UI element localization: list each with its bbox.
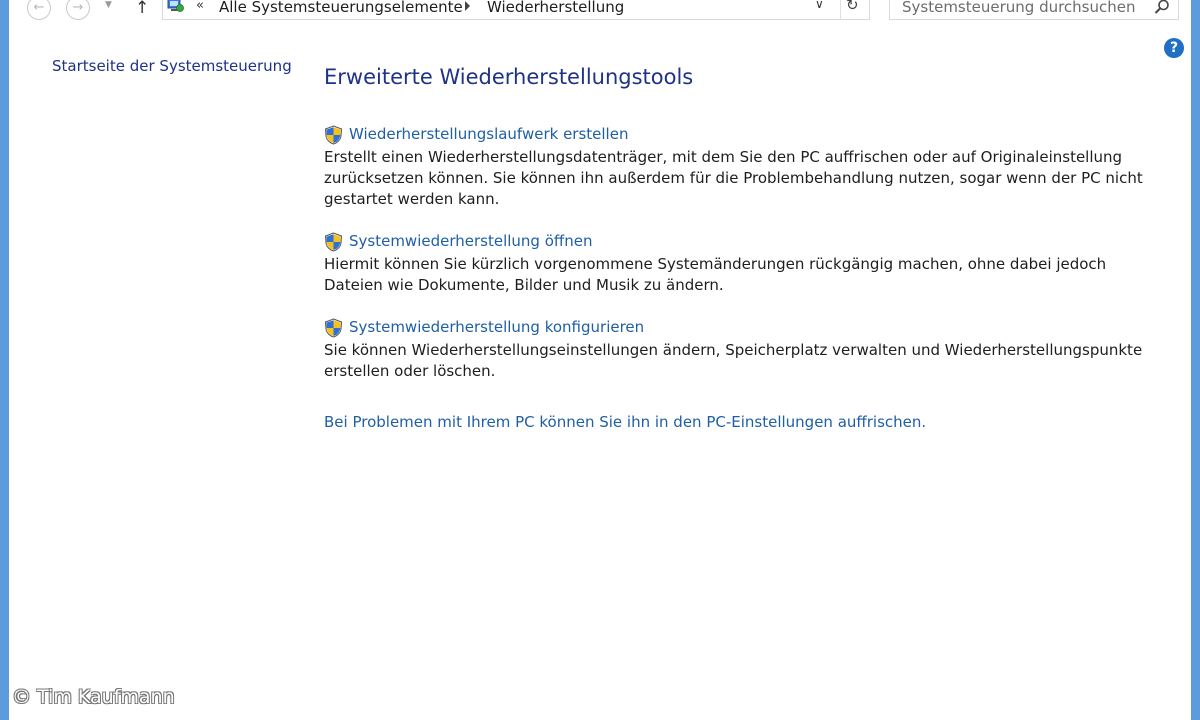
address-dropdown-button[interactable]: ∨ (815, 0, 824, 11)
address-overflow-button[interactable]: « (196, 0, 204, 13)
window-frame-right (1191, 0, 1200, 720)
help-icon[interactable]: ? (1164, 38, 1184, 58)
refresh-icon[interactable]: ↻ (846, 0, 859, 14)
shield-icon (324, 232, 343, 252)
breadcrumb-recovery[interactable]: Wiederherstellung (487, 0, 624, 16)
navigation-bar: ← → ▼ ↑ « Alle Systemsteuerungselemente … (9, 0, 1191, 20)
address-bar[interactable]: « Alle Systemsteuerungselemente Wiederhe… (162, 0, 870, 20)
description-line: erstellen oder löschen. (324, 362, 496, 380)
task-open-system-restore: Systemwiederherstellung öffnen Hiermit k… (324, 231, 1144, 296)
back-button[interactable]: ← (27, 0, 51, 20)
up-arrow-icon: ↑ (135, 0, 150, 18)
recent-locations-button[interactable]: ▼ (105, 0, 112, 10)
task-description: Erstellt einen Wiederherstellungsdatentr… (324, 147, 1144, 210)
window-frame-left (0, 0, 9, 720)
description-line: Erstellt einen Wiederherstellungsdatentr… (324, 148, 1123, 166)
breadcrumb-separator-icon[interactable] (465, 1, 470, 11)
chevron-down-icon: ▼ (105, 0, 112, 10)
description-line: Sie können Wiederherstellungseinstellung… (324, 341, 1143, 359)
control-panel-home-link[interactable]: Startseite der Systemsteuerung (52, 57, 292, 75)
shield-icon (324, 318, 343, 338)
refresh-pc-link[interactable]: Bei Problemen mit Ihrem PC können Sie ih… (324, 413, 926, 431)
forward-button[interactable]: → (66, 0, 90, 20)
search-placeholder: Systemsteuerung durchsuchen (902, 0, 1136, 16)
task-configure-system-restore: Systemwiederherstellung konfigurieren Si… (324, 317, 1144, 382)
address-divider (840, 0, 841, 19)
back-arrow-icon: ← (33, 0, 45, 15)
breadcrumb-all-control-panel-items[interactable]: Alle Systemsteuerungselemente (219, 0, 463, 16)
shield-icon (324, 125, 343, 145)
create-recovery-drive-link[interactable]: Wiederherstellungslaufwerk erstellen (349, 125, 628, 143)
description-line: Dateien wie Dokumente, Bilder und Musik … (324, 276, 724, 294)
search-icon[interactable] (1154, 0, 1170, 15)
search-input[interactable]: Systemsteuerung durchsuchen (889, 0, 1179, 20)
up-button[interactable]: ↑ (135, 0, 149, 18)
description-line: Hiermit können Sie kürzlich vorgenommene… (324, 255, 1107, 273)
description-line: zurücksetzen können. Sie können ihn auße… (324, 169, 1143, 187)
page-title: Erweiterte Wiederherstellungstools (324, 65, 694, 89)
task-create-recovery-drive: Wiederherstellungslaufwerk erstellen Ers… (324, 124, 1144, 210)
control-panel-window: ← → ▼ ↑ « Alle Systemsteuerungselemente … (0, 0, 1200, 720)
task-description: Hiermit können Sie kürzlich vorgenommene… (324, 254, 1144, 296)
description-line: gestartet werden kann. (324, 190, 500, 208)
configure-system-restore-link[interactable]: Systemwiederherstellung konfigurieren (349, 318, 644, 336)
task-description: Sie können Wiederherstellungseinstellung… (324, 340, 1144, 382)
control-panel-icon (167, 0, 184, 12)
forward-arrow-icon: → (72, 0, 84, 15)
open-system-restore-link[interactable]: Systemwiederherstellung öffnen (349, 232, 592, 250)
copyright-watermark: © Tim Kaufmann (12, 686, 175, 708)
